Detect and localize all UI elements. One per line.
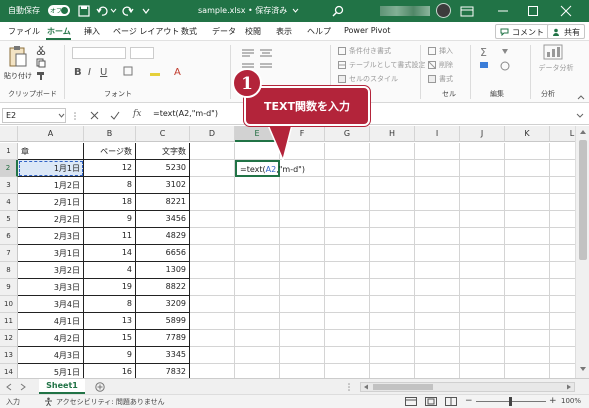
annotation-callout: TEXT関数を入力 xyxy=(244,86,370,126)
callout-pointer xyxy=(266,124,293,163)
callout-text: TEXT関数を入力 xyxy=(263,100,350,113)
excel-window: 自動保存 オフ sample.xlsx • 保存済み ファイル ホーム 挿入 ペ… xyxy=(0,0,589,408)
step-number-badge: 1 xyxy=(232,68,262,98)
step-number: 1 xyxy=(241,74,253,94)
